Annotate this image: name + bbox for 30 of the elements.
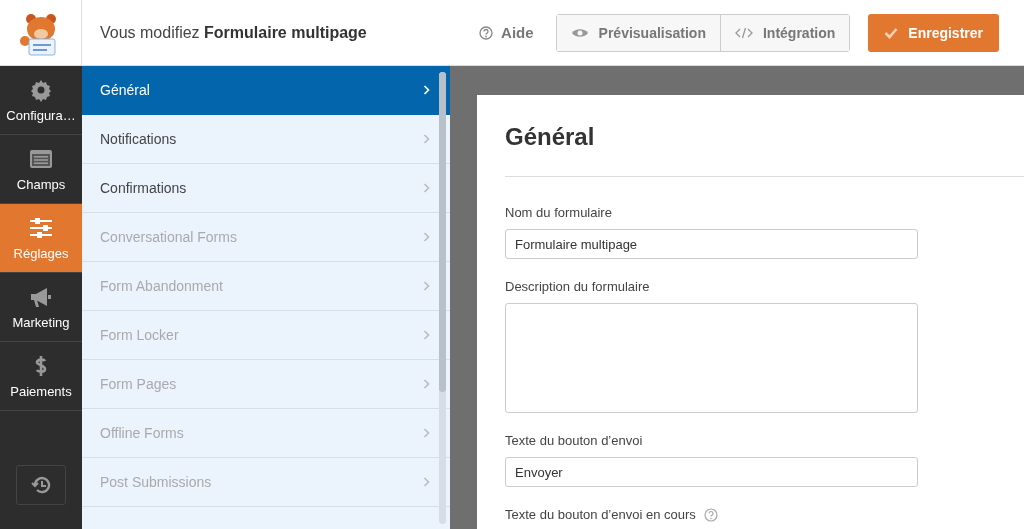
text-field[interactable]: Formulaire multipage bbox=[505, 229, 918, 259]
field-label: Texte du bouton d’envoi bbox=[505, 433, 643, 448]
save-button[interactable]: Enregistrer bbox=[868, 13, 999, 52]
history-icon bbox=[31, 475, 51, 495]
help-link[interactable]: Aide bbox=[479, 24, 534, 41]
nav-item[interactable]: Réglages bbox=[0, 204, 82, 273]
revisions-button[interactable] bbox=[16, 465, 66, 505]
field-label: Texte du bouton d’envoi en cours bbox=[505, 507, 696, 522]
chevron-icon bbox=[423, 379, 430, 389]
code-icon bbox=[734, 25, 753, 40]
sidebar-item[interactable]: Général bbox=[82, 66, 450, 115]
chevron-icon bbox=[423, 477, 430, 487]
field-label: Description du formulaire bbox=[505, 279, 650, 294]
scrollbar-thumb[interactable] bbox=[439, 72, 446, 392]
help-icon bbox=[479, 25, 494, 40]
description-field[interactable] bbox=[505, 303, 918, 413]
sliders-icon bbox=[29, 215, 53, 240]
chevron-icon bbox=[423, 85, 430, 95]
text-field[interactable]: Envoyer bbox=[505, 457, 918, 487]
chevron-icon bbox=[423, 330, 430, 340]
embed-button[interactable]: Intégration bbox=[719, 14, 850, 51]
field-label: Nom du formulaire bbox=[505, 205, 612, 220]
chevron-icon bbox=[423, 232, 430, 242]
chevron-icon bbox=[423, 134, 430, 144]
chevron-icon bbox=[423, 281, 430, 291]
page-title: Vous modifiez Formulaire multipage bbox=[100, 23, 368, 42]
chevron-icon bbox=[423, 183, 430, 193]
chevron-icon bbox=[423, 428, 430, 438]
section-title: Général bbox=[505, 122, 596, 152]
check-icon bbox=[884, 25, 899, 40]
